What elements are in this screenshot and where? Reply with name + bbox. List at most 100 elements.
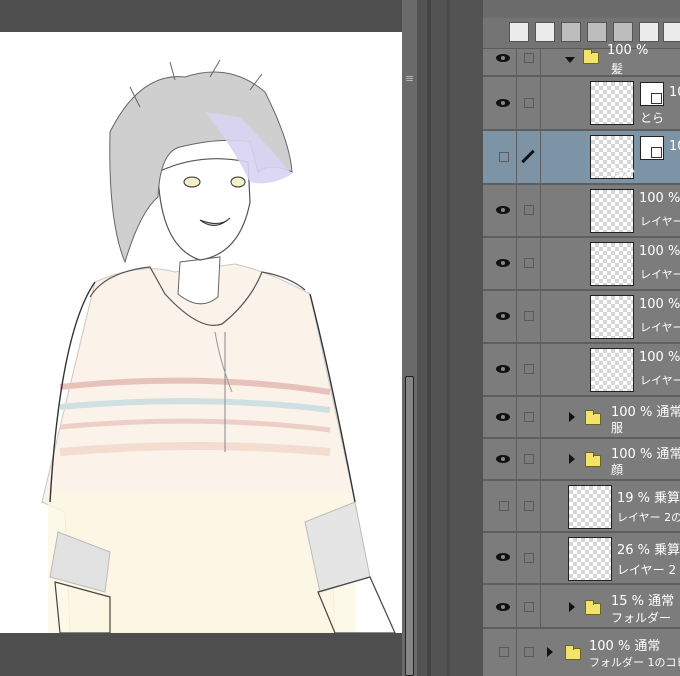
canvas-area[interactable] xyxy=(0,0,402,676)
divider xyxy=(447,0,450,676)
divider xyxy=(540,131,541,183)
drawing-canvas[interactable] xyxy=(0,32,402,633)
visibility-eye-icon[interactable] xyxy=(496,413,510,421)
layer-opacity: 15 % 通常 xyxy=(611,594,675,609)
layer-name: とら xyxy=(640,111,665,125)
transfer-icon[interactable] xyxy=(613,22,633,42)
lock-checkbox[interactable] xyxy=(524,311,534,321)
lock-checkbox[interactable] xyxy=(524,454,534,464)
divider xyxy=(540,533,541,583)
divider xyxy=(516,344,517,395)
layer-name: レイヤー 2 xyxy=(617,563,677,577)
divider xyxy=(516,481,517,531)
layer-row-folder[interactable]: 15 % 通常 フォルダー xyxy=(483,585,680,629)
visibility-checkbox[interactable] xyxy=(499,647,509,657)
visibility-eye-icon[interactable] xyxy=(496,206,510,214)
panel-header xyxy=(483,0,680,18)
divider xyxy=(516,131,517,183)
lock-checkbox[interactable] xyxy=(524,412,534,422)
lock-checkbox[interactable] xyxy=(524,364,534,374)
visibility-checkbox[interactable] xyxy=(499,501,509,511)
layer-thumbnail xyxy=(568,537,612,581)
visibility-eye-icon[interactable] xyxy=(496,553,510,561)
layer-row[interactable]: 100 % レイヤー xyxy=(483,238,680,291)
folder-expand-icon[interactable] xyxy=(547,647,553,657)
layer-row[interactable]: 10 とら xyxy=(483,77,680,131)
folder-icon xyxy=(585,452,601,467)
layer-name: フォルダー xyxy=(611,611,672,625)
visibility-checkbox[interactable] xyxy=(499,152,509,162)
layer-row[interactable]: 100 % レイヤー xyxy=(483,344,680,397)
layer-row[interactable]: 100 % レイヤー xyxy=(483,185,680,238)
layer-row-folder[interactable]: 100 % 通常 服 xyxy=(483,397,680,439)
visibility-eye-icon[interactable] xyxy=(496,365,510,373)
new-folder-icon[interactable] xyxy=(561,22,581,42)
layer-opacity: 26 % 乗算 xyxy=(617,543,680,558)
layer-name: レイヤー xyxy=(640,215,680,228)
layer-opacity: 10 xyxy=(669,139,680,154)
divider xyxy=(540,49,541,75)
layer-row-folder[interactable]: 100 % 通常 フォルダー 1のコピ xyxy=(483,629,680,676)
folder-expand-icon[interactable] xyxy=(569,454,575,464)
divider xyxy=(516,291,517,342)
lock-checkbox[interactable] xyxy=(524,647,534,657)
merge-down-icon[interactable] xyxy=(587,22,607,42)
visibility-eye-icon[interactable] xyxy=(496,259,510,267)
folder-expand-icon[interactable] xyxy=(569,602,575,612)
lock-checkbox[interactable] xyxy=(524,258,534,268)
layer-opacity: 100 % xyxy=(639,297,680,312)
new-raster-icon[interactable] xyxy=(535,22,555,42)
mask-thumbnail xyxy=(640,82,664,106)
scrollbar-thumb[interactable] xyxy=(405,376,414,676)
divider xyxy=(540,397,541,437)
panel-gutter xyxy=(417,0,483,676)
lock-checkbox[interactable] xyxy=(524,553,534,563)
divider xyxy=(516,533,517,583)
divider xyxy=(427,0,431,676)
lock-checkbox[interactable] xyxy=(524,205,534,215)
layer-row[interactable]: 100 % レイヤー xyxy=(483,291,680,344)
layer-name: レイヤー xyxy=(640,374,680,387)
folder-icon xyxy=(585,410,601,425)
layer-row-folder[interactable]: 100 % 通常 顔 xyxy=(483,439,680,481)
layer-opacity: 19 % 乗算 xyxy=(617,491,680,506)
layer-row-selected[interactable]: 10 たか xyxy=(483,131,680,185)
layer-opacity: 100 % 通常 xyxy=(611,405,680,420)
lock-checkbox[interactable] xyxy=(524,602,534,612)
divider xyxy=(540,585,541,627)
layer-row[interactable]: 26 % 乗算 レイヤー 2 xyxy=(483,533,680,585)
layer-thumbnail xyxy=(590,348,634,392)
layer-row-folder-hair[interactable]: 100 % 髪 xyxy=(483,43,680,77)
visibility-eye-icon[interactable] xyxy=(496,99,510,107)
divider xyxy=(540,77,541,129)
visibility-eye-icon[interactable] xyxy=(496,455,510,463)
layer-opacity: 100 % xyxy=(639,244,680,259)
visibility-eye-icon[interactable] xyxy=(496,54,510,62)
layer-thumbnail xyxy=(590,242,634,286)
lock-checkbox[interactable] xyxy=(524,501,534,511)
canvas-scrollbar[interactable]: ≡ xyxy=(402,0,417,676)
lock-checkbox[interactable] xyxy=(524,53,534,63)
delete-layer-icon[interactable] xyxy=(663,22,680,42)
visibility-eye-icon[interactable] xyxy=(496,603,510,611)
mask-icon[interactable] xyxy=(639,22,659,42)
layer-opacity: 100 % 通常 xyxy=(589,639,661,654)
folder-icon xyxy=(583,49,599,64)
divider xyxy=(516,49,517,75)
layer-opacity: 10 xyxy=(669,85,680,100)
folder-collapse-icon[interactable] xyxy=(565,57,575,63)
layer-thumbnail xyxy=(590,295,634,339)
layer-name: レイヤー 2の xyxy=(617,511,680,524)
folder-expand-icon[interactable] xyxy=(569,412,575,422)
divider xyxy=(516,629,517,676)
layer-opacity: 100 % xyxy=(639,191,680,206)
lock-checkbox[interactable] xyxy=(524,98,534,108)
divider xyxy=(540,344,541,395)
layer-name: レイヤー xyxy=(640,268,680,281)
divider xyxy=(540,238,541,289)
layer-row[interactable]: 19 % 乗算 レイヤー 2の xyxy=(483,481,680,533)
visibility-eye-icon[interactable] xyxy=(496,312,510,320)
splitter-grip-icon[interactable]: ≡ xyxy=(404,72,415,86)
new-layer-icon[interactable] xyxy=(509,22,529,42)
divider xyxy=(516,439,517,479)
